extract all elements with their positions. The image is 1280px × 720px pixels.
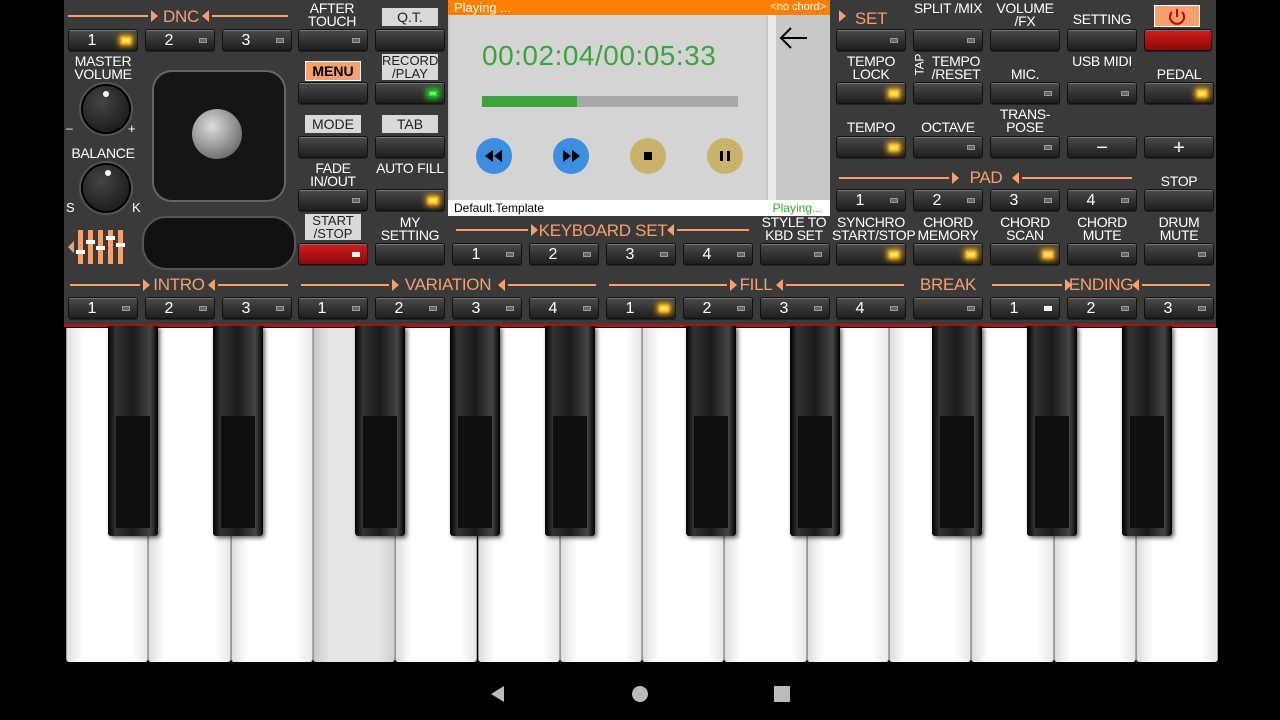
black-key[interactable] [790,326,840,536]
black-key[interactable] [1122,326,1172,536]
black-key[interactable] [213,326,263,536]
black-key[interactable] [686,326,736,536]
back-icon[interactable] [488,684,508,704]
black-key-face [553,416,587,528]
black-key[interactable] [932,326,982,536]
home-icon[interactable] [630,684,650,704]
black-key-face [221,416,255,528]
black-key-face [116,416,150,528]
black-key[interactable] [108,326,158,536]
black-key[interactable] [355,326,405,536]
black-key-face [1130,416,1164,528]
black-key-face [363,416,397,528]
black-key[interactable] [1027,326,1077,536]
recents-icon[interactable] [772,684,792,704]
black-key-face [694,416,728,528]
black-key-face [798,416,832,528]
black-key-face [1035,416,1069,528]
black-key[interactable] [545,326,595,536]
black-key-face [458,416,492,528]
piano-keyboard [0,0,1280,720]
black-key-face [940,416,974,528]
black-key[interactable] [450,326,500,536]
